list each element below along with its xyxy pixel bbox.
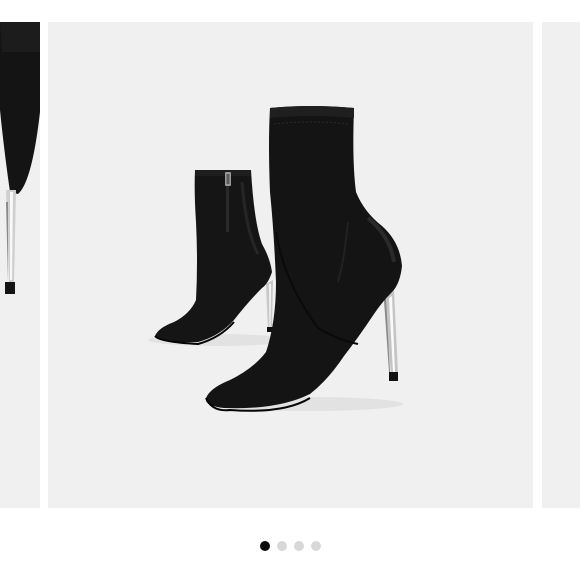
image-carousel[interactable] (0, 0, 580, 580)
pagination-dot-3[interactable] (293, 541, 304, 551)
empty-slide-image (542, 22, 580, 508)
pagination-dot-1[interactable] (259, 541, 270, 551)
pagination-dot-4[interactable] (310, 541, 321, 551)
previous-slide[interactable] (0, 22, 40, 508)
black-sock-ankle-boots-silver-stiletto-image (48, 22, 533, 508)
carousel-pagination (0, 540, 580, 552)
main-product-slide[interactable] (48, 22, 533, 508)
next-slide[interactable] (542, 22, 580, 508)
black-boot-partial-image (0, 22, 40, 508)
pagination-dot-2[interactable] (276, 541, 287, 551)
